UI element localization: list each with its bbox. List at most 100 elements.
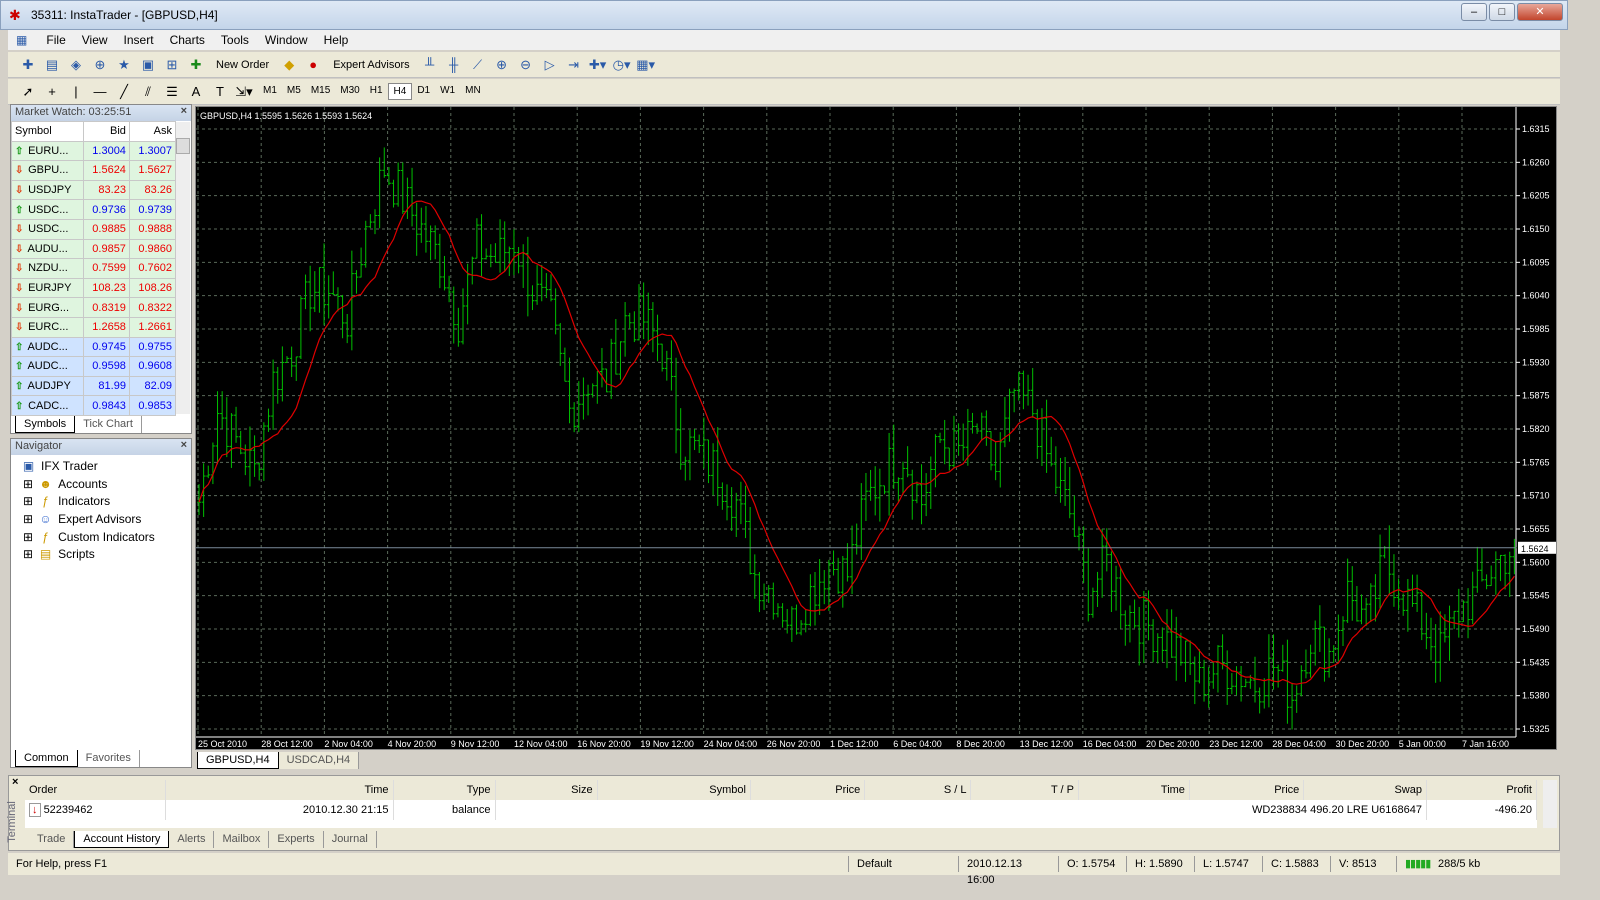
- market-watch-scrollbar[interactable]: [176, 122, 190, 414]
- new-order-icon[interactable]: ✚: [186, 56, 206, 74]
- line-chart-icon[interactable]: ⟋: [468, 56, 488, 74]
- market-watch-row[interactable]: ⇧ CADC... 0.9843 0.9853: [11, 395, 177, 416]
- chart-shift-icon[interactable]: ⇥: [564, 56, 584, 74]
- timeframe-h1[interactable]: H1: [365, 83, 388, 100]
- nav-ifx-trader[interactable]: ▣ IFX Trader: [11, 457, 191, 475]
- col-price[interactable]: Price: [1189, 780, 1305, 800]
- trendline-icon[interactable]: ╱: [114, 83, 134, 101]
- timeframe-w1[interactable]: W1: [435, 83, 460, 100]
- market-watch-row[interactable]: ⇩ USDC... 0.9885 0.9888: [11, 218, 177, 240]
- crosshair-icon[interactable]: ⊕: [90, 56, 110, 74]
- tab-tick-chart[interactable]: Tick Chart: [75, 416, 142, 433]
- market-watch-row[interactable]: ⇧ EURU... 1.3004 1.3007: [11, 140, 177, 162]
- col-symbol[interactable]: Symbol: [597, 780, 751, 800]
- tab-gbpusd-h4[interactable]: GBPUSD,H4: [197, 752, 279, 769]
- tab-usdcad-h4[interactable]: USDCAD,H4: [279, 752, 360, 769]
- market-watch-row[interactable]: ⇧ AUDC... 0.9745 0.9755: [11, 336, 177, 358]
- nav-accounts[interactable]: ⊞ ☻ Accounts: [11, 475, 191, 493]
- profiles-icon[interactable]: ▤: [42, 56, 62, 74]
- close-icon[interactable]: ×: [181, 439, 187, 451]
- tab-symbols[interactable]: Symbols: [15, 416, 76, 433]
- col-size[interactable]: Size: [495, 780, 598, 800]
- tab-account-history[interactable]: Account History: [74, 831, 170, 848]
- nav-custom-indicators[interactable]: ⊞ ƒ Custom Indicators: [11, 528, 191, 546]
- timeframe-mn[interactable]: MN: [460, 83, 486, 100]
- menu-view[interactable]: View: [74, 30, 116, 50]
- market-watch-row[interactable]: ⇩ EURC... 1.2658 1.2661: [11, 316, 177, 338]
- tab-journal[interactable]: Journal: [324, 831, 377, 848]
- col-type[interactable]: Type: [393, 780, 496, 800]
- terminal-scrollbar[interactable]: [1543, 780, 1557, 828]
- menu-help[interactable]: Help: [316, 30, 357, 50]
- chart-canvas[interactable]: 1.6315 1.6260 1.6205 1.6150 1.6095 1.6040 1.59…: [196, 107, 1558, 751]
- market-watch-row[interactable]: ⇩ USDJPY 83.23 83.26: [11, 179, 177, 201]
- tab-trade[interactable]: Trade: [29, 831, 75, 848]
- minimize-button[interactable]: –: [1461, 3, 1487, 21]
- close-icon[interactable]: ×: [12, 776, 18, 788]
- market-watch-row[interactable]: ⇩ GBPU... 1.5624 1.5627: [11, 160, 177, 181]
- text-label-icon[interactable]: T: [210, 83, 230, 101]
- bar-chart-icon[interactable]: ╨: [420, 56, 440, 74]
- market-watch-row[interactable]: ⇩ EURJPY 108.23 108.26: [11, 277, 177, 299]
- col-time[interactable]: Time: [165, 780, 394, 800]
- metaeditor-icon[interactable]: ◆: [279, 56, 299, 74]
- close-button[interactable]: ✕: [1517, 3, 1563, 21]
- zoom-out-icon[interactable]: ⊖: [516, 56, 536, 74]
- zoom-in-icon[interactable]: ⊕: [492, 56, 512, 74]
- timeframe-m1[interactable]: M1: [258, 83, 282, 100]
- timeframe-d1[interactable]: D1: [412, 83, 435, 100]
- candlestick-icon[interactable]: ╫: [444, 56, 464, 74]
- terminal-icon[interactable]: ▣: [138, 56, 158, 74]
- indicators-icon[interactable]: ✚▾: [588, 56, 608, 74]
- timeframe-h4[interactable]: H4: [387, 83, 413, 100]
- timeframe-m5[interactable]: M5: [282, 83, 306, 100]
- templates-icon[interactable]: ▦▾: [636, 56, 656, 74]
- arrows-icon[interactable]: ⇲▾: [234, 83, 254, 101]
- tab-favorites[interactable]: Favorites: [78, 750, 140, 767]
- cursor-icon[interactable]: ➚: [18, 83, 38, 101]
- horizontal-line-icon[interactable]: —: [90, 83, 110, 101]
- market-watch-row[interactable]: ⇩ AUDU... 0.9857 0.9860: [11, 238, 177, 260]
- nav-indicators[interactable]: ⊞ ƒ Indicators: [11, 492, 191, 510]
- tab-mailbox[interactable]: Mailbox: [214, 831, 270, 848]
- timeframe-m15[interactable]: M15: [306, 83, 335, 100]
- new-chart-icon[interactable]: ✚: [18, 56, 38, 74]
- col-tp[interactable]: T / P: [970, 780, 1079, 800]
- price-chart[interactable]: 1.6315 1.6260 1.6205 1.6150 1.6095 1.6040 1.59…: [195, 106, 1557, 750]
- tab-experts[interactable]: Experts: [269, 831, 324, 848]
- text-icon[interactable]: A: [186, 83, 206, 101]
- market-watch-row[interactable]: ⇧ AUDC... 0.9598 0.9608: [11, 356, 177, 377]
- menu-tools[interactable]: Tools: [213, 30, 257, 50]
- market-watch-row[interactable]: ⇩ NZDU... 0.7599 0.7602: [11, 258, 177, 279]
- market-watch-row[interactable]: ⇩ EURG... 0.8319 0.8322: [11, 297, 177, 318]
- col-sl[interactable]: S / L: [864, 780, 972, 800]
- maximize-button[interactable]: □: [1489, 3, 1515, 21]
- col-ask[interactable]: Ask: [128, 121, 177, 142]
- vertical-line-icon[interactable]: |: [66, 83, 86, 101]
- channel-icon[interactable]: ⫽: [138, 83, 158, 101]
- crosshair-tool-icon[interactable]: +: [42, 83, 62, 101]
- new-order-button[interactable]: New Order: [210, 59, 275, 71]
- close-icon[interactable]: ×: [181, 105, 187, 117]
- menu-window[interactable]: Window: [257, 30, 316, 50]
- periods-icon[interactable]: ◷▾: [612, 56, 632, 74]
- table-row[interactable]: ↓ 52239462 2010.12.30 21:15 balance WD23…: [25, 800, 1537, 820]
- tab-alerts[interactable]: Alerts: [169, 831, 215, 848]
- tab-common[interactable]: Common: [15, 750, 78, 767]
- autoscroll-icon[interactable]: ▷: [540, 56, 560, 74]
- col-bid[interactable]: Bid: [82, 121, 130, 142]
- market-watch-row[interactable]: ⇧ AUDJPY 81.99 82.09: [11, 375, 177, 397]
- expert-advisors-icon[interactable]: ●: [303, 56, 323, 74]
- menu-charts[interactable]: Charts: [162, 30, 213, 50]
- col-profit[interactable]: Profit: [1426, 780, 1537, 800]
- menu-insert[interactable]: Insert: [116, 30, 162, 50]
- expert-advisors-button[interactable]: Expert Advisors: [327, 59, 415, 71]
- timeframe-m30[interactable]: M30: [335, 83, 364, 100]
- tester-icon[interactable]: ⊞: [162, 56, 182, 74]
- nav-expert-advisors[interactable]: ⊞ ☺ Expert Advisors: [11, 510, 191, 528]
- menu-file[interactable]: File: [38, 30, 73, 50]
- market-watch-icon[interactable]: ◈: [66, 56, 86, 74]
- col-price[interactable]: Price: [750, 780, 866, 800]
- fibonacci-icon[interactable]: ☰: [162, 83, 182, 101]
- navigator-icon[interactable]: ★: [114, 56, 134, 74]
